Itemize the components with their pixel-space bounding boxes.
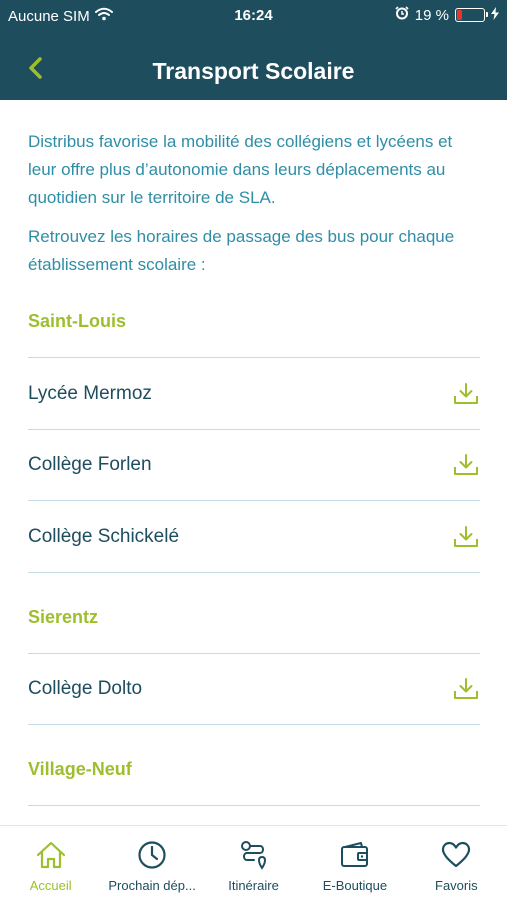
list-item-college-forlen[interactable]: Collège Forlen — [28, 430, 480, 500]
battery-level-fill — [457, 10, 462, 20]
battery-percent: 19 % — [414, 6, 449, 24]
tab-label: Prochain dép... — [108, 878, 196, 893]
tab-itineraire[interactable]: Itinéraire — [203, 826, 304, 900]
section-title-saint-louis: Saint-Louis — [28, 311, 126, 331]
app-header: Aucune SIM 16:24 19 % Transport Scolaire — [0, 0, 507, 100]
divider — [28, 724, 480, 725]
status-right-group: 19 % — [395, 6, 499, 24]
heart-icon — [439, 838, 473, 872]
status-bar: Aucune SIM 16:24 19 % — [0, 0, 507, 32]
tab-favoris[interactable]: Favoris — [406, 826, 507, 900]
divider — [28, 500, 480, 501]
alarm-icon — [395, 6, 409, 24]
tab-label: Accueil — [29, 878, 72, 893]
section-title-sierentz: Sierentz — [28, 607, 99, 627]
download-icon[interactable] — [452, 451, 480, 479]
main-content: Distribus favorise la mobilité des collé… — [0, 100, 507, 825]
list-item-label: Lycée Mermoz — [28, 383, 152, 404]
list-item-label: Collège Dolto — [28, 678, 143, 699]
divider — [28, 805, 480, 806]
tab-label: Itinéraire — [228, 878, 279, 893]
download-icon[interactable] — [452, 675, 480, 703]
download-icon[interactable] — [452, 523, 480, 551]
tab-accueil[interactable]: Accueil — [0, 826, 101, 900]
tab-prochain-depart[interactable]: Prochain dép... — [101, 826, 202, 900]
tab-e-boutique[interactable]: E-Boutique — [304, 826, 405, 900]
nav-bar: Transport Scolaire — [0, 44, 507, 96]
route-icon — [237, 838, 271, 872]
download-icon[interactable] — [452, 380, 480, 408]
list-item-lycee-mermoz[interactable]: Lycée Mermoz — [28, 359, 480, 429]
list-item-college-schickele[interactable]: Collège Schickelé — [28, 502, 480, 572]
wallet-icon — [338, 838, 372, 872]
tab-label: Favoris — [435, 878, 478, 893]
list-item-label: Collège Schickelé — [28, 526, 180, 547]
battery-icon — [455, 8, 488, 22]
list-item-college-dolto[interactable]: Collège Dolto — [28, 654, 480, 724]
intro-paragraph: Distribus favorise la mobilité des collé… — [28, 132, 453, 207]
intro-paragraph-schedules: Retrouvez les horaires de passage des bu… — [28, 227, 455, 274]
tab-label: E-Boutique — [322, 878, 388, 893]
charging-icon — [491, 6, 499, 24]
divider — [28, 357, 480, 358]
tab-bar: Accueil Prochain dép... Itinéraire E-Bou… — [0, 825, 507, 900]
divider — [28, 572, 480, 573]
section-title-village-neuf: Village-Neuf — [28, 759, 132, 779]
page-title: Transport Scolaire — [152, 58, 355, 84]
home-icon — [34, 838, 68, 872]
clock-icon — [135, 838, 169, 872]
list-item-label: Collège Forlen — [28, 454, 152, 475]
